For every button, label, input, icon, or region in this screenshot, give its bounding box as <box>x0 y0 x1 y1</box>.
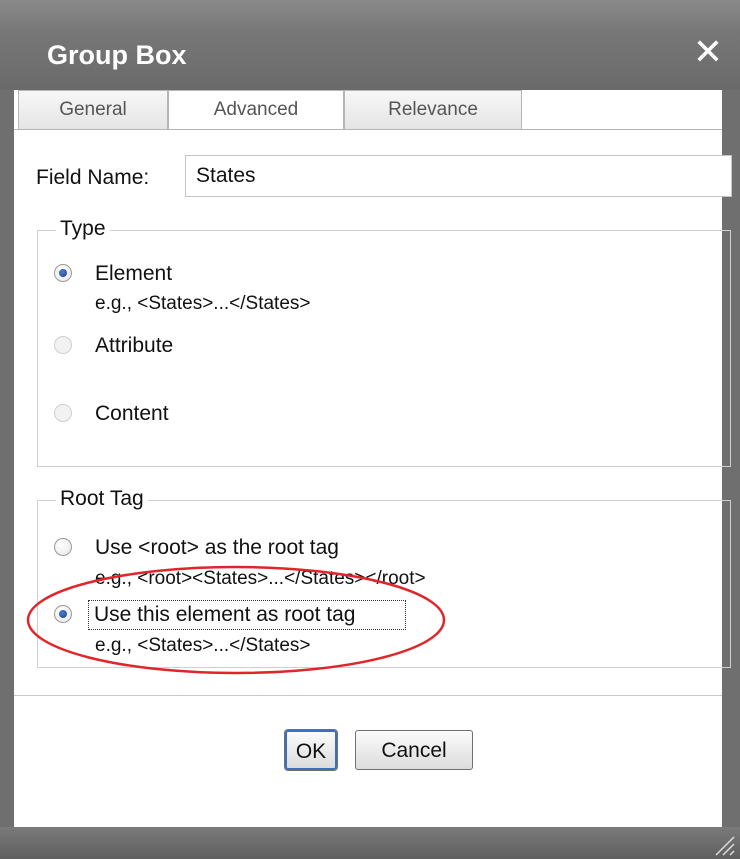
tab-relevance[interactable]: Relevance <box>344 90 522 130</box>
type-attribute-label[interactable]: Attribute <box>95 334 173 358</box>
type-group-legend: Type <box>56 217 110 241</box>
resize-grip-icon[interactable] <box>710 831 736 857</box>
button-divider <box>14 695 722 696</box>
type-content-label[interactable]: Content <box>95 402 169 426</box>
root-tag-default-hint: e.g., <root><States>...</States></root> <box>95 568 426 589</box>
close-icon[interactable]: ✕ <box>688 32 728 72</box>
field-name-input[interactable]: States <box>185 155 732 197</box>
dialog-frame-left <box>0 0 14 859</box>
root-tag-element-radio[interactable] <box>54 605 72 623</box>
dialog-bottom-bar <box>0 827 740 859</box>
field-name-label: Field Name: <box>36 166 150 189</box>
ok-button[interactable]: OK <box>284 729 338 771</box>
type-attribute-radio[interactable] <box>54 336 72 354</box>
type-element-hint: e.g., <States>...</States> <box>95 293 311 314</box>
root-tag-element-hint: e.g., <States>...</States> <box>95 635 311 656</box>
tab-underline <box>14 129 722 130</box>
group-box-dialog: Group Box ✕ General Advanced Relevance F… <box>0 0 740 859</box>
root-tag-element-label[interactable]: Use this element as root tag <box>94 603 355 627</box>
type-element-radio[interactable] <box>54 264 72 282</box>
root-tag-default-label[interactable]: Use <root> as the root tag <box>95 536 339 560</box>
type-element-label[interactable]: Element <box>95 262 172 286</box>
root-tag-group-legend: Root Tag <box>56 487 148 511</box>
dialog-title: Group Box <box>47 40 187 70</box>
dialog-titlebar[interactable]: Group Box ✕ <box>0 0 740 90</box>
type-content-radio[interactable] <box>54 404 72 422</box>
tab-general[interactable]: General <box>18 90 168 130</box>
root-tag-default-radio[interactable] <box>54 538 72 556</box>
cancel-button[interactable]: Cancel <box>355 730 473 770</box>
tab-advanced[interactable]: Advanced <box>168 90 344 130</box>
tab-strip: General Advanced Relevance <box>14 90 722 130</box>
